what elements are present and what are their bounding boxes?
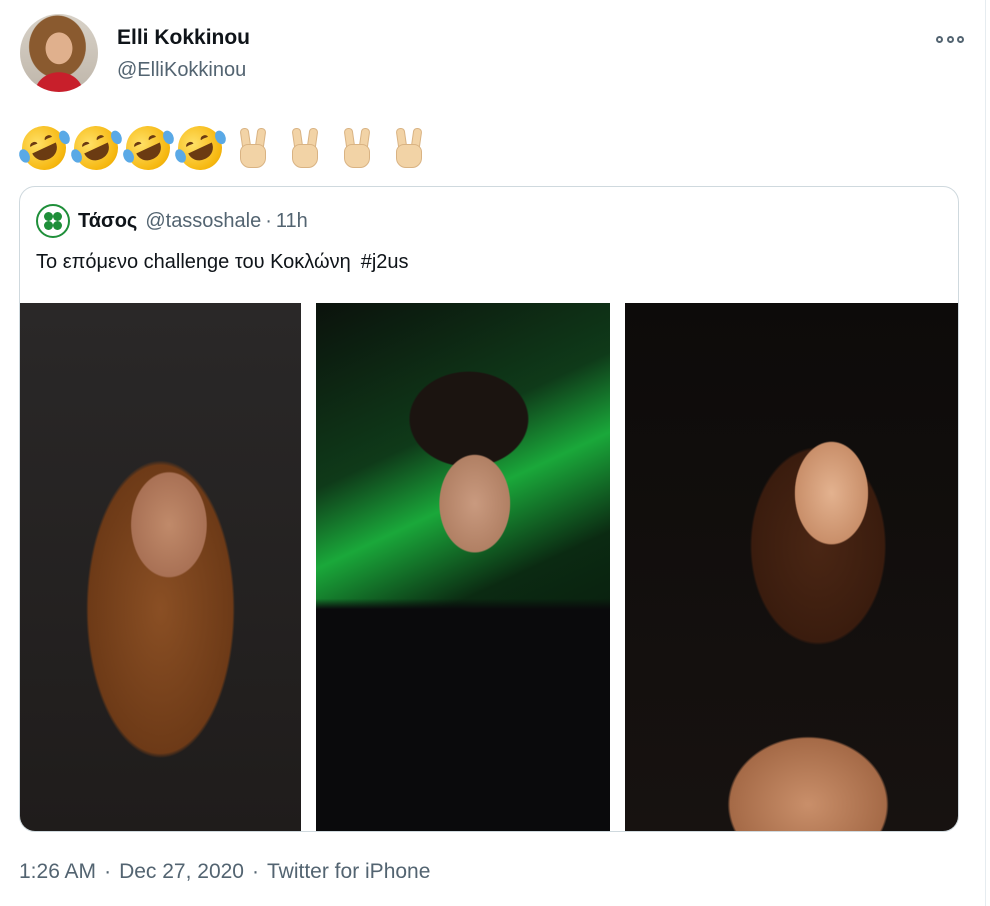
horns-emoji-icon (338, 126, 374, 170)
avatar[interactable] (20, 14, 98, 92)
photo-grid (20, 303, 958, 831)
quoted-avatar[interactable] (36, 204, 70, 238)
quoted-meta: Τάσος @tassoshale · 11h (78, 210, 308, 233)
footer-separator: · (252, 860, 259, 883)
quoted-text: Το επόμενο challenge του Κοκλώνη #j2us (36, 251, 409, 274)
quoted-tweet[interactable]: Τάσος @tassoshale · 11h Το επόμενο challeng… (19, 186, 959, 832)
author-handle[interactable]: @ElliKokkinou (117, 59, 246, 82)
quoted-time[interactable]: 11h (276, 210, 308, 232)
rofl-emoji-icon (14, 118, 74, 178)
quoted-handle[interactable]: @tassoshale (145, 210, 261, 232)
quoted-body: Το επόμενο challenge του Κοκλώνη (36, 251, 351, 273)
divider (985, 0, 986, 906)
author-display-name[interactable]: Elli Kokkinou (117, 26, 250, 50)
tweet: Elli Kokkinou @ElliKokkinou Τάσος @tassos… (0, 0, 990, 906)
tweet-text (14, 118, 434, 178)
horns-emoji-icon (286, 126, 322, 170)
quoted-separator: · (265, 210, 272, 232)
more-horizontal-icon[interactable] (936, 34, 964, 44)
horns-emoji-icon (234, 126, 270, 170)
rofl-emoji-icon (118, 118, 178, 178)
footer-separator: · (104, 860, 112, 883)
quoted-hashtag[interactable]: #j2us (361, 251, 409, 273)
photo-3[interactable] (625, 303, 958, 831)
photo-1[interactable] (20, 303, 301, 831)
tweet-time[interactable]: 1:26 AM (19, 860, 96, 883)
clover-icon (44, 212, 62, 230)
photo-2[interactable] (316, 303, 610, 831)
tweet-footer: 1:26 AM · Dec 27, 2020 · Twitter for iPhone (19, 860, 430, 884)
horns-emoji-icon (390, 126, 426, 170)
tweet-date[interactable]: Dec 27, 2020 (119, 860, 244, 883)
rofl-emoji-icon (170, 118, 230, 178)
rofl-emoji-icon (66, 118, 126, 178)
tweet-source[interactable]: Twitter for iPhone (267, 860, 430, 883)
quoted-display-name[interactable]: Τάσος (78, 210, 137, 232)
